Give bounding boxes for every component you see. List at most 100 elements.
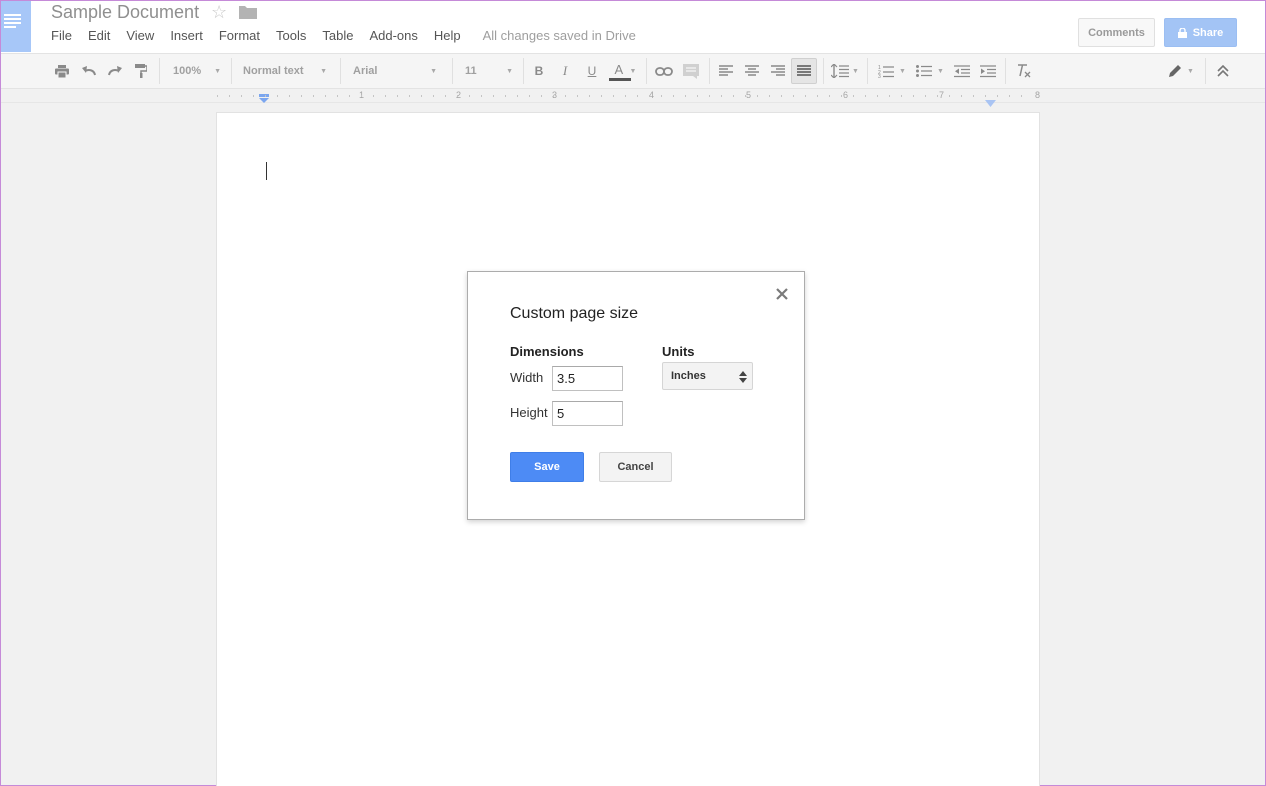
align-center-icon[interactable] [741, 54, 763, 88]
print-icon[interactable] [51, 54, 73, 88]
ruler-tick [745, 95, 746, 97]
zoom-select[interactable]: 100% ▼ [167, 54, 227, 88]
star-icon[interactable]: ☆ [211, 1, 227, 23]
toolbar-separator [709, 58, 710, 84]
ruler-tick [601, 95, 602, 97]
undo-icon[interactable] [78, 54, 100, 88]
line-spacing-button[interactable]: ▼ [829, 54, 861, 88]
chevron-down-icon: ▼ [937, 67, 944, 75]
menu-addons[interactable]: Add-ons [369, 28, 417, 46]
ruler-tick [361, 95, 362, 97]
folder-icon[interactable] [239, 5, 257, 19]
chevron-down-icon: ▼ [1187, 67, 1194, 75]
paragraph-style-select[interactable]: Normal text ▼ [237, 54, 333, 88]
align-left-icon[interactable] [715, 54, 737, 88]
ruler-tick [385, 95, 386, 97]
chevron-down-icon: ▼ [629, 67, 637, 75]
insert-link-icon[interactable] [653, 54, 675, 88]
ruler-tick [397, 95, 398, 97]
close-icon[interactable] [775, 287, 789, 301]
toolbar-separator [523, 58, 524, 84]
left-indent-marker-icon[interactable] [258, 91, 270, 109]
height-input[interactable] [552, 401, 623, 426]
font-select[interactable]: Arial ▼ [347, 54, 443, 88]
ruler-tick [913, 95, 914, 97]
ruler-tick [349, 95, 350, 97]
ruler-tick [337, 95, 338, 97]
ruler-tick [277, 95, 278, 97]
font-size-value: 11 [465, 65, 477, 77]
width-input[interactable] [552, 366, 623, 391]
menu-tools[interactable]: Tools [276, 28, 306, 46]
menu-help[interactable]: Help [434, 28, 461, 46]
line-spacing-icon [831, 64, 850, 78]
custom-page-size-dialog: Custom page size Dimensions Units Width … [467, 271, 805, 520]
ruler[interactable]: 1 2 3 4 5 6 7 8 [1, 89, 1265, 107]
menu-edit[interactable]: Edit [88, 28, 110, 46]
ruler-tick [445, 95, 446, 97]
justify-icon[interactable] [791, 58, 817, 84]
share-button[interactable]: Share [1164, 18, 1237, 47]
italic-button[interactable]: I [555, 54, 575, 88]
toolbar-separator [1205, 58, 1206, 84]
text-color-icon: A [608, 60, 631, 82]
ruler-tick [637, 95, 638, 97]
ruler-number: 6 [843, 90, 849, 100]
ruler-tick [757, 95, 758, 97]
menu-format[interactable]: Format [219, 28, 260, 46]
menu-table[interactable]: Table [322, 28, 353, 46]
ruler-tick [829, 95, 830, 97]
bulleted-list-button[interactable]: ▼ [912, 54, 948, 88]
insert-comment-icon[interactable] [680, 54, 702, 88]
ruler-tick [553, 95, 554, 97]
ruler-tick [865, 95, 866, 97]
units-select[interactable]: Inches [662, 362, 753, 390]
text-color-button[interactable]: A ▼ [605, 54, 639, 88]
redo-icon[interactable] [104, 54, 126, 88]
ruler-tick [649, 95, 650, 97]
ruler-tick [241, 95, 242, 97]
chevron-down-icon: ▼ [899, 67, 906, 75]
toolbar-separator [452, 58, 453, 84]
ruler-tick [877, 95, 878, 97]
ruler-tick [625, 95, 626, 97]
units-heading: Units [662, 344, 695, 359]
menu-insert[interactable]: Insert [170, 28, 203, 46]
chevron-down-icon: ▼ [430, 67, 437, 75]
right-indent-marker-icon[interactable] [985, 94, 996, 112]
ruler-tick [289, 95, 290, 97]
ruler-tick [973, 95, 974, 97]
save-button[interactable]: Save [510, 452, 584, 482]
ruler-tick [313, 95, 314, 97]
chevron-down-icon: ▼ [506, 67, 513, 75]
docs-logo-icon[interactable] [1, 1, 31, 52]
toolbar: 100% ▼ Normal text ▼ Arial ▼ 11 ▼ B I U … [1, 53, 1265, 89]
ruler-tick [265, 95, 266, 97]
dialog-title: Custom page size [510, 305, 639, 322]
editing-mode-button[interactable]: ▼ [1163, 54, 1199, 88]
comments-button[interactable]: Comments [1078, 18, 1155, 47]
menu-file[interactable]: File [51, 28, 72, 46]
clear-formatting-icon[interactable] [1012, 54, 1036, 88]
numbered-list-button[interactable]: 123 ▼ [874, 54, 910, 88]
ruler-tick [841, 95, 842, 97]
toolbar-separator [1005, 58, 1006, 84]
cancel-button[interactable]: Cancel [599, 452, 672, 482]
ruler-tick [433, 95, 434, 97]
menu-view[interactable]: View [126, 28, 154, 46]
paint-format-icon[interactable] [131, 54, 151, 88]
toolbar-separator [646, 58, 647, 84]
increase-indent-icon[interactable] [977, 54, 999, 88]
collapse-menus-icon[interactable] [1211, 54, 1235, 88]
bold-button[interactable]: B [529, 54, 549, 88]
ruler-number: 5 [746, 90, 752, 100]
lock-icon [1177, 26, 1187, 38]
decrease-indent-icon[interactable] [951, 54, 973, 88]
save-status[interactable]: All changes saved in Drive [483, 28, 636, 46]
underline-button[interactable]: U [582, 54, 602, 88]
align-right-icon[interactable] [767, 54, 789, 88]
document-title[interactable]: Sample Document [51, 1, 199, 23]
ruler-tick [733, 95, 734, 97]
toolbar-separator [231, 58, 232, 84]
font-size-select[interactable]: 11 ▼ [459, 54, 519, 88]
